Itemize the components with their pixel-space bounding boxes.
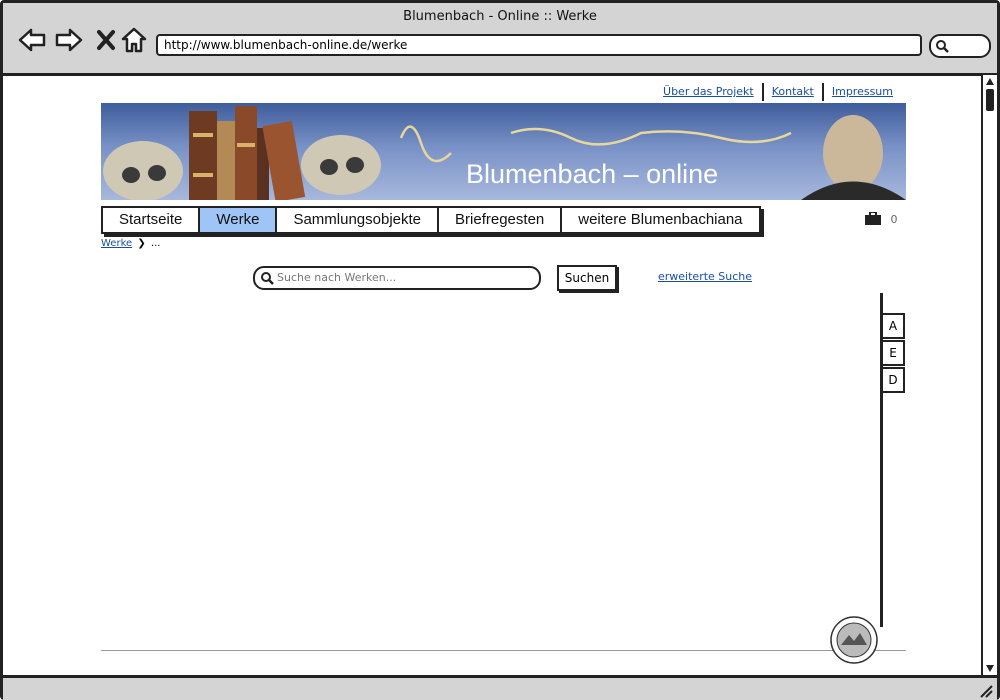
banner-title: Blumenbach – online	[466, 159, 719, 189]
resize-grip-icon[interactable]	[979, 684, 993, 698]
link-about[interactable]: Über das Projekt	[655, 85, 762, 101]
link-imprint[interactable]: Impressum	[824, 85, 901, 101]
back-arrow-icon[interactable]	[17, 25, 47, 55]
search-icon	[261, 272, 274, 285]
main-menu: Startseite Werke Sammlungsobjekte Briefr…	[101, 206, 761, 234]
menu-item-werke[interactable]: Werke	[200, 208, 278, 232]
briefcase-counter[interactable]: 0	[865, 211, 898, 226]
breadcrumb-rest: ...	[150, 238, 161, 249]
breadcrumb-link-werke[interactable]: Werke	[101, 238, 132, 249]
menu-item-sammlungsobjekte[interactable]: Sammlungsobjekte	[277, 208, 440, 232]
home-icon[interactable]	[119, 25, 149, 55]
menu-item-startseite[interactable]: Startseite	[103, 208, 201, 232]
side-tab-d[interactable]: D	[883, 367, 905, 393]
side-tab-e[interactable]: E	[883, 340, 905, 366]
search-input[interactable]: Suche nach Werken...	[253, 266, 541, 290]
top-links: Über das Projekt Kontakt Impressum	[655, 83, 901, 101]
search-button[interactable]: Suchen	[557, 265, 617, 291]
browser-search-field[interactable]	[929, 34, 991, 58]
browser-toolbar: Blumenbach - Online :: Werke http://www.…	[3, 3, 997, 76]
breadcrumb: Werke ❯ ...	[101, 238, 160, 249]
search-icon	[936, 40, 949, 53]
header-banner: Blumenbach – online	[101, 103, 906, 200]
forward-arrow-icon[interactable]	[54, 25, 84, 55]
close-icon[interactable]	[91, 25, 121, 55]
vertical-scrollbar[interactable]	[981, 75, 997, 675]
window-title: Blumenbach - Online :: Werke	[403, 9, 597, 24]
status-bar	[3, 675, 997, 700]
footer-divider	[101, 650, 906, 651]
briefcase-count: 0	[890, 213, 898, 226]
chevron-right-icon: ❯	[137, 238, 146, 249]
browser-window: Blumenbach - Online :: Werke http://www.…	[0, 0, 1000, 700]
scroll-down-icon[interactable]	[985, 663, 995, 673]
address-bar[interactable]: http://www.blumenbach-online.de/werke	[156, 34, 922, 56]
link-contact[interactable]: Kontakt	[764, 85, 822, 101]
side-tab-a[interactable]: A	[883, 313, 905, 339]
seal-logo	[830, 616, 878, 664]
menu-item-weitere-blumenbachiana[interactable]: weitere Blumenbachiana	[562, 208, 758, 232]
briefcase-icon	[865, 211, 881, 225]
scroll-thumb[interactable]	[986, 89, 994, 111]
search-placeholder: Suche nach Werken...	[277, 271, 397, 284]
menu-item-briefregesten[interactable]: Briefregesten	[439, 208, 563, 232]
scroll-up-icon[interactable]	[985, 77, 995, 87]
advanced-search-link[interactable]: erweiterte Suche	[658, 270, 752, 283]
